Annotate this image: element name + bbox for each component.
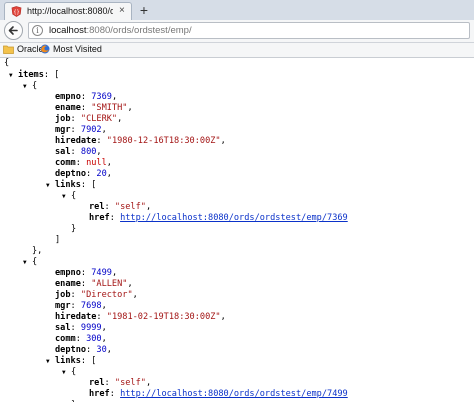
json-viewer: { ▼ items: [ ▼{ empno: 7369, ename: "SMIT… [0,58,474,402]
url-host: localhost [49,25,87,36]
json-line[interactable]: ▼{ [23,257,37,268]
json-line: mgr: 7698, [55,301,107,311]
json-line[interactable]: ▼{ [62,191,76,202]
url-path: :8080/ords/ordstest/emp/ [86,25,192,36]
json-line[interactable]: ▼ items: [ [9,70,59,81]
folder-icon [3,45,14,54]
url-text: localhost:8080/ords/ordstest/emp/ [49,25,192,36]
json-line: empno: 7499, [55,268,118,278]
bookmark-most-visited[interactable]: Most Visited [40,44,102,54]
href-link[interactable]: http://localhost:8080/ords/ordstest/emp/… [120,213,348,223]
json-line: }, [32,246,43,256]
firefox-icon [40,44,50,54]
json-line: hiredate: "1981-02-19T18:30:00Z", [55,312,226,322]
back-button[interactable] [4,21,23,40]
toggle-triangle-icon[interactable]: ▼ [23,81,32,92]
toggle-triangle-icon[interactable]: ▼ [62,191,71,202]
json-line: } [71,224,77,234]
json-line: job: "Director", [55,290,138,300]
json-line: { [4,58,10,68]
toggle-triangle-icon[interactable]: ▼ [23,257,32,268]
title-bar: {} http://localhost:8080/ords/... × + [0,0,474,20]
json-line: ] [55,235,61,245]
navigation-bar: i localhost:8080/ords/ordstest/emp/ [0,20,474,43]
json-shield-icon: {} [11,6,22,17]
json-line: ename: "ALLEN", [55,279,133,289]
json-line: href: http://localhost:8080/ords/ordstes… [89,389,348,399]
json-line: deptno: 20, [55,169,112,179]
toggle-triangle-icon[interactable]: ▼ [62,367,71,378]
svg-text:{}: {} [13,9,19,15]
new-tab-button[interactable]: + [136,2,152,18]
json-line[interactable]: ▼ links: [ [46,180,96,191]
json-line: href: http://localhost:8080/ords/ordstes… [89,213,348,223]
info-icon[interactable]: i [32,25,43,36]
toggle-triangle-icon[interactable]: ▼ [9,70,18,81]
json-line: job: "CLERK", [55,114,123,124]
json-line: deptno: 30, [55,345,112,355]
json-line: sal: 9999, [55,323,107,333]
json-line[interactable]: ▼ links: [ [46,356,96,367]
json-line: rel: "self", [89,202,152,212]
back-arrow-icon [8,26,18,35]
json-line: empno: 7369, [55,92,118,102]
bookmarks-toolbar: Oracle Most Visited [0,43,474,58]
json-line: rel: "self", [89,378,152,388]
toggle-triangle-icon[interactable]: ▼ [46,180,55,191]
bookmark-oracle[interactable]: Oracle [3,44,44,54]
tab-title: http://localhost:8080/ords/... [27,6,113,16]
json-line: ename: "SMITH", [55,103,133,113]
tab-close-icon[interactable]: × [119,5,125,17]
json-line: hiredate: "1980-12-16T18:30:00Z", [55,136,226,146]
url-bar[interactable]: i localhost:8080/ords/ordstest/emp/ [28,22,470,39]
bookmark-label: Most Visited [53,44,102,54]
json-line: comm: null, [55,158,112,168]
json-line: comm: 300, [55,334,107,344]
json-line: mgr: 7902, [55,125,107,135]
json-line[interactable]: ▼{ [23,81,37,92]
browser-tab[interactable]: {} http://localhost:8080/ords/... × [4,2,132,20]
json-line[interactable]: ▼{ [62,367,76,378]
toggle-triangle-icon[interactable]: ▼ [46,356,55,367]
href-link[interactable]: http://localhost:8080/ords/ordstest/emp/… [120,389,348,399]
json-line: sal: 800, [55,147,102,157]
